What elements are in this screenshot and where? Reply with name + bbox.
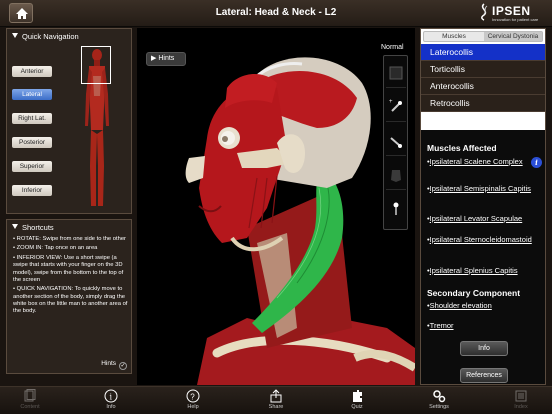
view-button-inferior[interactable]: Inferior: [12, 185, 52, 196]
top-bar: Lateral: Head & Neck - L2 IPSEN Innovati…: [0, 0, 552, 27]
tab-info[interactable]: i Info: [86, 389, 136, 414]
mode-label: Normal: [381, 44, 404, 51]
tab-help[interactable]: ? Help: [168, 389, 218, 414]
logo-text: IPSEN: [492, 4, 531, 18]
pin-add-icon: +: [389, 99, 402, 112]
anatomy-3d-viewer[interactable]: ▶ Hints Normal +: [137, 28, 415, 385]
condition-details: Muscles Affected i •Ipsilateral Scalene …: [421, 130, 545, 384]
tab-content[interactable]: Content: [5, 389, 55, 414]
tab-quiz[interactable]: Quiz: [332, 389, 382, 414]
index-icon: [515, 390, 527, 402]
tab-help-label: Help: [187, 404, 199, 410]
secondary-link-tremor[interactable]: •Tremor: [427, 321, 533, 330]
muscle-link-label: Ipsilateral Sternocleidomastoid: [429, 235, 532, 244]
muscle-link-label: Ipsilateral Splenius Capitis: [429, 266, 518, 275]
settings-icon: [433, 390, 446, 403]
box-icon: [389, 66, 403, 80]
info-icon: i: [104, 389, 118, 403]
shortcuts-title: Shortcuts: [22, 223, 54, 232]
condition-laterocollis[interactable]: Laterocollis: [421, 44, 545, 61]
secondary-component-heading: Secondary Component: [427, 288, 521, 298]
pin-remove-icon: [390, 137, 402, 148]
shortcuts-list: • ROTATE: Swipe from one side to the oth…: [13, 236, 130, 318]
view-button-lateral[interactable]: Lateral: [12, 89, 52, 100]
muscle-link-label: Ipsilateral Levator Scapulae: [429, 214, 523, 223]
muscle-icon: [391, 170, 401, 182]
head-neck-model: [185, 57, 415, 385]
tool-box[interactable]: [386, 60, 406, 88]
checkmark-icon: ✓: [119, 362, 127, 370]
panel-tabs: Muscles Cervical Dystonia: [423, 31, 543, 42]
tab-quiz-label: Quiz: [351, 404, 363, 410]
pin-icon: [393, 202, 399, 215]
logo-tagline: Innovation for patient care: [492, 17, 539, 22]
tab-share-label: Share: [268, 404, 284, 410]
content-icon: [24, 389, 36, 402]
muscle-link-scalene[interactable]: •Ipsilateral Scalene Complex: [427, 157, 533, 166]
secondary-link-label: Tremor: [429, 321, 454, 330]
navigation-selection-box[interactable]: [81, 46, 111, 84]
shortcut-zoom-in: • ZOOM IN: Tap once on an area: [13, 245, 98, 252]
muscle-link-sternocleidomastoid[interactable]: •Ipsilateral Sternocleidomastoid: [427, 235, 533, 244]
tab-settings-label: Settings: [429, 404, 449, 410]
muscle-link-splenius-capitis[interactable]: •Ipsilateral Splenius Capitis: [427, 266, 533, 275]
tool-strip: +: [383, 55, 408, 230]
tool-add-pin[interactable]: +: [386, 94, 406, 122]
help-icon: ?: [186, 389, 200, 403]
muscle-link-label: Ipsilateral Scalene Complex: [429, 157, 523, 166]
bottom-tab-bar: Content i Info ? Help Share Quiz Setting…: [0, 386, 552, 414]
page-title: Lateral: Head & Neck - L2: [215, 7, 337, 18]
hints-button-label: Hints: [158, 55, 175, 62]
tab-index-label: Index: [514, 404, 528, 410]
share-icon: [270, 389, 282, 403]
tool-remove-pin[interactable]: [386, 128, 406, 156]
tab-share[interactable]: Share: [251, 389, 301, 414]
svg-text:i: i: [110, 393, 113, 402]
tab-settings[interactable]: Settings: [414, 389, 464, 414]
quick-navigation-panel: Quick Navigation Anterior Lateral Right …: [6, 28, 132, 214]
view-button-anterior[interactable]: Anterior: [12, 66, 52, 77]
muscle-link-label: Ipsilateral Semispinalis Capitis: [429, 184, 531, 193]
tool-pin[interactable]: [386, 196, 406, 224]
hints-toggle-label: Hints: [101, 360, 116, 367]
collapse-triangle-icon: [12, 33, 18, 38]
references-button[interactable]: References: [460, 368, 508, 383]
hints-button[interactable]: ▶ Hints: [146, 52, 186, 66]
shortcut-rotate: • ROTATE: Swipe from one side to the oth…: [13, 236, 126, 242]
quiz-icon: [353, 390, 362, 402]
shortcuts-panel: Shortcuts • ROTATE: Swipe from one side …: [6, 219, 132, 374]
ipsen-logo: IPSEN Innovation for patient care: [478, 3, 548, 25]
info-button[interactable]: Info: [460, 341, 508, 356]
shortcuts-header[interactable]: Shortcuts: [12, 223, 54, 232]
view-button-posterior[interactable]: Posterior: [12, 137, 52, 148]
shortcut-quick-navigation: • QUICK NAVIGATION: To quickly move to a…: [13, 286, 128, 315]
tab-index[interactable]: Index: [496, 389, 546, 414]
svg-text:?: ?: [190, 393, 195, 402]
muscle-link-levator-scapulae[interactable]: •Ipsilateral Levator Scapulae: [427, 214, 533, 223]
tab-info-label: Info: [106, 404, 116, 410]
muscles-affected-heading: Muscles Affected: [427, 143, 497, 153]
view-button-superior[interactable]: Superior: [12, 161, 52, 172]
tab-cervical-dystonia[interactable]: Cervical Dystonia: [484, 32, 542, 41]
hints-toggle[interactable]: Hints ✓: [101, 360, 127, 370]
secondary-link-label: Shoulder elevation: [429, 301, 492, 310]
condition-anterocollis[interactable]: Anterocollis: [421, 78, 545, 95]
tab-content-label: Content: [20, 404, 40, 410]
tab-muscles[interactable]: Muscles: [424, 32, 484, 41]
condition-list: Laterocollis Torticollis Anterocollis Re…: [421, 44, 545, 112]
tool-muscle[interactable]: [386, 162, 406, 190]
quick-navigation-header[interactable]: Quick Navigation: [12, 32, 79, 41]
condition-torticollis[interactable]: Torticollis: [421, 61, 545, 78]
ipsen-logo-mark: [481, 3, 488, 21]
play-icon: ▶: [151, 55, 157, 62]
shortcut-inferior-view: • INFERIOR VIEW: Use a short swipe (a sw…: [13, 254, 124, 283]
muscle-link-semispinalis[interactable]: •Ipsilateral Semispinalis Capitis: [427, 184, 533, 193]
collapse-triangle-icon: [12, 224, 18, 229]
condition-retrocollis[interactable]: Retrocollis: [421, 95, 545, 112]
secondary-link-shoulder-elevation[interactable]: •Shoulder elevation: [427, 301, 533, 310]
condition-panel: Muscles Cervical Dystonia Laterocollis T…: [420, 28, 546, 385]
svg-text:+: +: [389, 99, 393, 105]
quick-navigation-title: Quick Navigation: [22, 32, 79, 41]
view-button-right-lateral[interactable]: Right Lat.: [12, 113, 52, 124]
